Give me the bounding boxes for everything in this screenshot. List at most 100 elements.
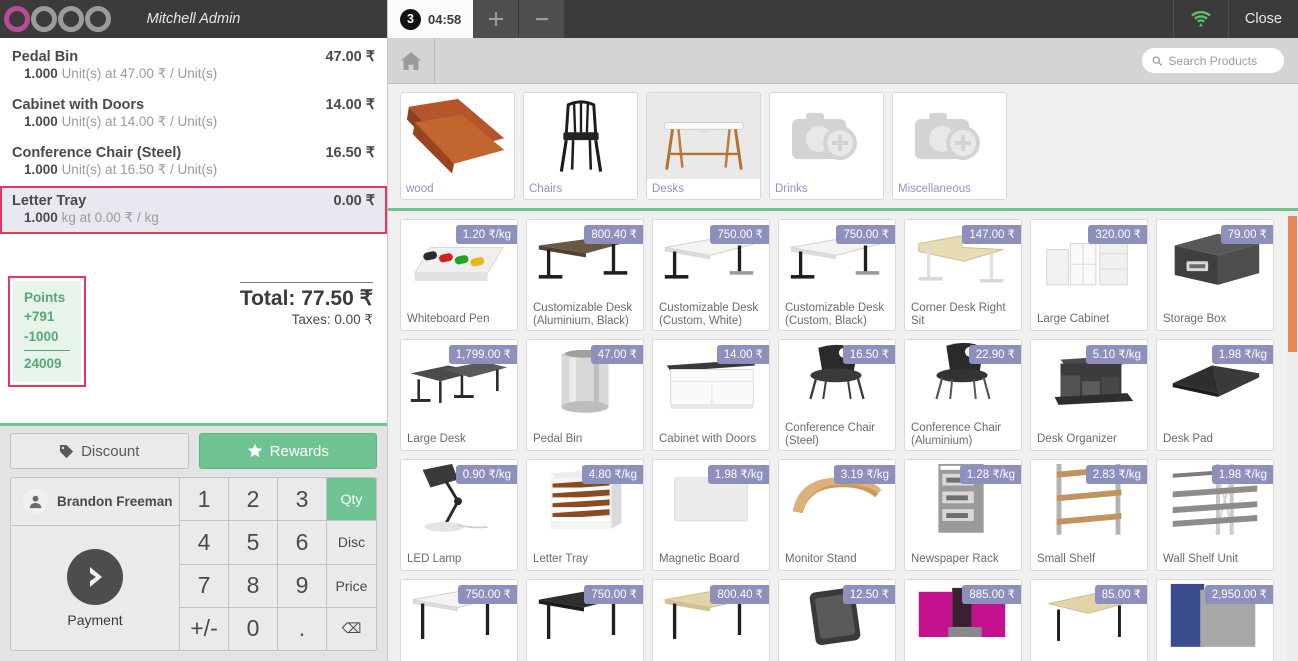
- order-tab-active[interactable]: 3 04:58: [388, 0, 474, 38]
- numpad-key-3[interactable]: 3: [278, 478, 327, 522]
- category-card-wood[interactable]: wood: [400, 92, 515, 200]
- product-name: Letter Tray: [533, 552, 588, 565]
- pos-screen: Mitchell Admin Pedal Bin 47.00 ₹ 1.000 U…: [0, 0, 1298, 661]
- totals-block: Total: 77.50 ₹ Taxes: 0.00 ₹: [239, 276, 373, 328]
- left-topbar: Mitchell Admin: [0, 0, 387, 38]
- product-price: 0.90 ₹/kg: [455, 465, 517, 484]
- order-line-qty: 1.000: [24, 114, 58, 129]
- product-card[interactable]: 85.00 ₹: [1030, 579, 1148, 661]
- product-price: 3.19 ₹/kg: [833, 465, 895, 484]
- payment-button[interactable]: Payment: [11, 526, 179, 650]
- product-price: 1.98 ₹/kg: [1211, 465, 1273, 484]
- product-card[interactable]: 800.40 ₹ Customizable Desk (Aluminium, B…: [526, 219, 644, 331]
- product-card[interactable]: 1,799.00 ₹ Large Desk: [400, 339, 518, 451]
- category-card-chairs[interactable]: Chairs: [523, 92, 638, 200]
- search-bar: [388, 37, 1298, 84]
- numpad-key-6[interactable]: 6: [278, 521, 327, 565]
- numpad-key-9[interactable]: 9: [278, 564, 327, 608]
- product-card[interactable]: 14.00 ₹ Cabinet with Doors: [652, 339, 770, 451]
- product-card[interactable]: 750.00 ₹: [526, 579, 644, 661]
- order-line-selected[interactable]: Letter Tray 0.00 ₹ 1.000 kg at 0.00 ₹ / …: [0, 186, 387, 234]
- product-card[interactable]: 1.28 ₹/kg Newspaper Rack: [904, 459, 1022, 571]
- product-card[interactable]: 47.00 ₹ Pedal Bin: [526, 339, 644, 451]
- product-price: 800.40 ₹: [584, 225, 643, 244]
- wifi-status-button[interactable]: [1172, 0, 1228, 38]
- product-card[interactable]: 1.98 ₹/kg Desk Pad: [1156, 339, 1274, 451]
- points-title: Points: [24, 289, 66, 305]
- product-card[interactable]: 0.90 ₹/kg LED Lamp: [400, 459, 518, 571]
- wifi-icon: [1191, 11, 1211, 27]
- numpad-key-price[interactable]: Price: [327, 564, 376, 608]
- home-button[interactable]: [388, 37, 435, 84]
- search-field[interactable]: [1142, 48, 1284, 73]
- numpad-key-8[interactable]: 8: [229, 564, 278, 608]
- product-name: Whiteboard Pen: [407, 312, 490, 325]
- discount-button[interactable]: Discount: [10, 433, 189, 469]
- numpad-key-disc[interactable]: Disc: [327, 521, 376, 565]
- product-card[interactable]: 750.00 ₹ Customizable Desk (Custom, Blac…: [778, 219, 896, 331]
- product-card[interactable]: 750.00 ₹: [400, 579, 518, 661]
- discount-label: Discount: [81, 442, 140, 460]
- product-card[interactable]: 5.10 ₹/kg Desk Organizer: [1030, 339, 1148, 451]
- payment-label: Payment: [67, 611, 123, 628]
- product-name: Large Cabinet: [1037, 312, 1110, 325]
- order-line[interactable]: Cabinet with Doors 14.00 ₹ 1.000 Unit(s)…: [0, 90, 387, 138]
- product-card[interactable]: 1.20 ₹/kg Whiteboard Pen: [400, 219, 518, 331]
- product-name: LED Lamp: [407, 552, 462, 565]
- product-price: 47.00 ₹: [590, 345, 643, 364]
- category-card-desks[interactable]: Desks: [646, 92, 761, 200]
- product-card[interactable]: 800.40 ₹: [652, 579, 770, 661]
- numpad-key-qty[interactable]: Qty: [327, 478, 376, 522]
- product-card[interactable]: 3.19 ₹/kg Monitor Stand: [778, 459, 896, 571]
- product-card[interactable]: 1.98 ₹/kg Wall Shelf Unit: [1156, 459, 1274, 571]
- product-price: 4.80 ₹/kg: [581, 465, 643, 484]
- category-label: Desks: [652, 183, 684, 195]
- product-price: 1.28 ₹/kg: [959, 465, 1021, 484]
- product-card[interactable]: 2.83 ₹/kg Small Shelf: [1030, 459, 1148, 571]
- product-card[interactable]: 16.50 ₹ Conference Chair (Steel): [778, 339, 896, 451]
- product-card[interactable]: 1.98 ₹/kg Magnetic Board: [652, 459, 770, 571]
- product-card[interactable]: 22.90 ₹ Conference Chair (Aluminium): [904, 339, 1022, 451]
- order-line-price: 47.00 ₹: [325, 49, 375, 65]
- product-scrollbar-thumb[interactable]: [1288, 216, 1297, 352]
- product-price: 85.00 ₹: [1094, 585, 1147, 604]
- numpad-key-plusminus[interactable]: +/-: [180, 607, 229, 650]
- order-line[interactable]: Conference Chair (Steel) 16.50 ₹ 1.000 U…: [0, 138, 387, 186]
- chevron-right-icon: [67, 548, 123, 605]
- numpad-key-1[interactable]: 1: [180, 478, 229, 522]
- product-card[interactable]: 79.00 ₹ Storage Box: [1156, 219, 1274, 331]
- order-line-qty: 1.000: [24, 162, 58, 177]
- order-panel: Mitchell Admin Pedal Bin 47.00 ₹ 1.000 U…: [0, 0, 388, 661]
- order-line[interactable]: Pedal Bin 47.00 ₹ 1.000 Unit(s) at 47.00…: [0, 42, 387, 90]
- product-card[interactable]: 2,950.00 ₹: [1156, 579, 1274, 661]
- numpad-key-4[interactable]: 4: [180, 521, 229, 565]
- category-image-miscellaneous: [893, 93, 1006, 181]
- category-image-desks: [647, 93, 760, 181]
- close-button[interactable]: Close: [1227, 0, 1298, 38]
- add-order-button[interactable]: [473, 0, 520, 38]
- remove-order-button[interactable]: [519, 0, 566, 38]
- product-price: 79.00 ₹: [1220, 225, 1273, 244]
- product-card[interactable]: 4.80 ₹/kg Letter Tray: [526, 459, 644, 571]
- category-card-drinks[interactable]: Drinks: [769, 92, 884, 200]
- camera-placeholder-icon: [914, 113, 980, 160]
- user-icon: [23, 489, 48, 514]
- numpad-key-dot[interactable]: .: [278, 607, 327, 650]
- rewards-button[interactable]: Rewards: [198, 433, 377, 469]
- category-card-miscellaneous[interactable]: Miscellaneous: [892, 92, 1007, 200]
- product-card[interactable]: 147.00 ₹ Corner Desk Right Sit: [904, 219, 1022, 331]
- numpad-key-5[interactable]: 5: [229, 521, 278, 565]
- order-line-name: Cabinet with Doors: [12, 97, 145, 113]
- product-card[interactable]: 750.00 ₹ Customizable Desk (Custom, Whit…: [652, 219, 770, 331]
- search-input[interactable]: [1168, 53, 1274, 68]
- numpad-key-backspace[interactable]: ⌫: [327, 607, 376, 650]
- numpad-key-2[interactable]: 2: [229, 478, 278, 522]
- product-name: Desk Pad: [1163, 432, 1213, 445]
- product-card[interactable]: 885.00 ₹: [904, 579, 1022, 661]
- numpad-key-7[interactable]: 7: [180, 564, 229, 608]
- product-card[interactable]: 320.00 ₹ Large Cabinet: [1030, 219, 1148, 331]
- product-card[interactable]: 12.50 ₹: [778, 579, 896, 661]
- points-earned: +791: [24, 309, 55, 325]
- customer-button[interactable]: Brandon Freeman: [11, 478, 179, 526]
- numpad-key-0[interactable]: 0: [229, 607, 278, 650]
